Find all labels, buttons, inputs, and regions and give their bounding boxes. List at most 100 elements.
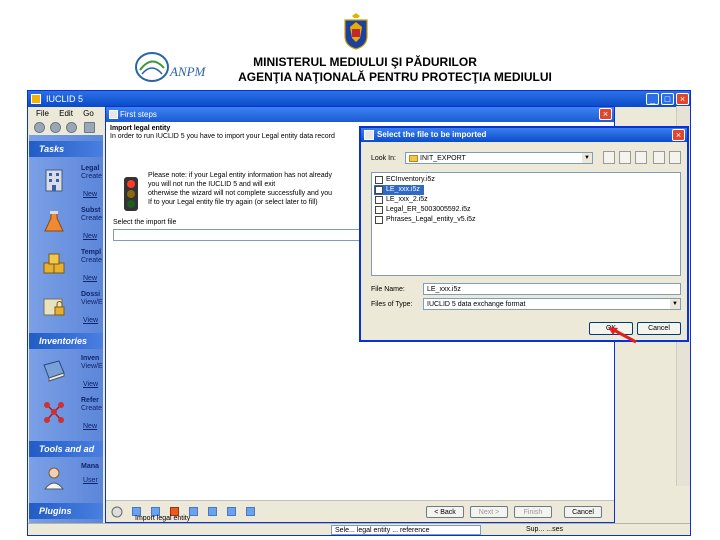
book-icon <box>43 360 65 382</box>
home-folder-icon[interactable] <box>619 151 631 164</box>
task-title: Inven <box>81 355 100 362</box>
task-link-new[interactable]: New <box>83 233 97 240</box>
task-title: Dossi <box>81 291 101 298</box>
help-icon[interactable] <box>111 506 123 518</box>
task-substance[interactable]: Subst Create New <box>29 207 103 247</box>
file-icon <box>375 176 383 184</box>
finish-button[interactable]: Finish <box>514 506 552 518</box>
chevron-down-icon[interactable]: ▼ <box>582 153 592 163</box>
task-desc: Create <box>81 215 103 222</box>
task-link-new[interactable]: New <box>83 423 97 430</box>
file-name-label: File Name: <box>371 286 405 293</box>
dialog-close-button[interactable]: × <box>672 129 685 141</box>
wizard-cancel-button[interactable]: Cancel <box>564 506 602 518</box>
task-title: Refer <box>81 397 99 404</box>
import-file-input[interactable] <box>113 229 363 241</box>
task-link-new[interactable]: New <box>83 275 97 282</box>
details-view-icon[interactable] <box>669 151 681 164</box>
look-in-label: Look In: <box>371 155 396 162</box>
section-tasks[interactable]: Tasks <box>29 141 103 157</box>
step-5-icon[interactable] <box>208 507 217 516</box>
app-titlebar[interactable]: IUCLID 5 _ □ × <box>28 91 690 107</box>
status-right-text: Sup... ...ses <box>526 526 563 533</box>
section-inventories[interactable]: Inventories <box>29 333 103 349</box>
file-item-selected[interactable]: LE_xxx.i5z <box>374 185 424 195</box>
red-arrow-annotation-icon <box>608 327 637 344</box>
first-steps-instruction: In order to run IUCLID 5 you have to imp… <box>110 133 335 140</box>
ministry-title: MINISTERUL MEDIULUI ŞI PĂDURILOR <box>253 55 477 69</box>
menu-go[interactable]: Go <box>83 107 94 120</box>
file-name-input[interactable]: LE_xxx.i5z <box>423 283 681 295</box>
file-list[interactable]: ECInventory.i5z LE_xxx.i5z LE_xxx_2.i5z … <box>371 172 681 276</box>
file-item[interactable]: LE_xxx_2.i5z <box>374 195 494 205</box>
chevron-down-icon[interactable]: ▼ <box>670 299 680 309</box>
traffic-light-icon <box>124 177 138 211</box>
step-7-icon[interactable] <box>246 507 255 516</box>
task-manage-users[interactable]: Mana User <box>29 463 103 503</box>
task-reference[interactable]: Refer Create New <box>29 397 103 437</box>
maximize-button[interactable]: □ <box>661 93 674 105</box>
look-in-select[interactable]: INIT_EXPORT ▼ <box>405 152 593 164</box>
file-icon <box>375 196 383 204</box>
back-nav-icon[interactable] <box>34 122 45 133</box>
first-steps-note: Please note: if your Legal entity inform… <box>148 172 333 206</box>
look-in-value: INIT_EXPORT <box>420 155 466 162</box>
back-button[interactable]: < Back <box>426 506 464 518</box>
file-item[interactable]: Legal_ER_5003005592.i5z <box>374 205 494 215</box>
task-desc: View/E <box>81 299 103 306</box>
task-legal-entity[interactable]: Legal Create New <box>29 165 103 205</box>
agency-title: AGENŢIA NAŢIONALĂ PENTRU PROTECŢIA MEDIU… <box>238 70 552 84</box>
molecule-icon <box>44 402 64 423</box>
flask-icon <box>44 211 64 232</box>
file-type-value: IUCLID 5 data exchange format <box>427 301 526 308</box>
next-button[interactable]: Next > <box>470 506 508 518</box>
task-link-new[interactable]: New <box>83 191 97 198</box>
select-import-file-label: Select the import file <box>113 219 177 226</box>
task-link-view[interactable]: View <box>83 317 98 324</box>
forward-nav-icon[interactable] <box>50 122 61 133</box>
task-desc: Create <box>81 257 103 264</box>
task-link-user[interactable]: User <box>83 477 98 484</box>
task-title: Mana <box>81 463 99 470</box>
task-template[interactable]: Templ Create New <box>29 249 103 289</box>
window-icon <box>109 110 118 119</box>
first-steps-title: First steps <box>120 110 157 119</box>
building-icon <box>45 169 63 192</box>
file-item[interactable]: Phrases_Legal_entity_v5.i5z <box>374 215 494 225</box>
status-bar: Sele... legal entity ... reference Sup..… <box>28 523 690 535</box>
task-title: Templ <box>81 249 102 256</box>
wizard-button-bar: Import legal entity < Back Next > Finish… <box>106 500 614 522</box>
file-chooser-dialog: Select the file to be imported × Look In… <box>359 126 689 342</box>
menu-edit[interactable]: Edit <box>59 107 73 120</box>
app-icon <box>31 94 41 104</box>
first-steps-titlebar[interactable]: First steps × <box>106 107 614 122</box>
file-icon <box>375 186 383 194</box>
list-view-icon[interactable] <box>653 151 665 164</box>
home-icon[interactable] <box>66 122 77 133</box>
file-item[interactable]: ECInventory.i5z <box>374 175 494 185</box>
close-button[interactable]: × <box>676 93 689 105</box>
status-combo[interactable]: Sele... legal entity ... reference <box>331 525 481 535</box>
save-icon[interactable] <box>84 122 95 133</box>
dialog-cancel-button[interactable]: Cancel <box>637 322 681 335</box>
minimize-button[interactable]: _ <box>646 93 659 105</box>
task-inventory[interactable]: Inven View/E View <box>29 355 103 395</box>
step-6-icon[interactable] <box>227 507 236 516</box>
task-desc: Create <box>81 173 103 180</box>
task-dossier[interactable]: Dossi View/E View <box>29 291 103 331</box>
new-folder-icon[interactable] <box>635 151 647 164</box>
file-type-select[interactable]: IUCLID 5 data exchange format ▼ <box>423 298 681 310</box>
first-steps-close-button[interactable]: × <box>599 108 612 120</box>
main-toolbar <box>28 120 104 135</box>
task-desc: View/E <box>81 363 103 370</box>
up-folder-icon[interactable] <box>603 151 615 164</box>
current-step-label: Import legal entity <box>135 515 191 522</box>
dialog-titlebar[interactable]: Select the file to be imported <box>361 128 687 142</box>
step-4-icon[interactable] <box>189 507 198 516</box>
menu-file[interactable]: File <box>36 107 49 120</box>
section-tools[interactable]: Tools and ad <box>29 441 103 457</box>
task-link-view[interactable]: View <box>83 381 98 388</box>
section-plugins[interactable]: Plugins <box>29 503 103 519</box>
folder-icon <box>409 155 418 162</box>
dialog-window-icon <box>364 130 374 140</box>
